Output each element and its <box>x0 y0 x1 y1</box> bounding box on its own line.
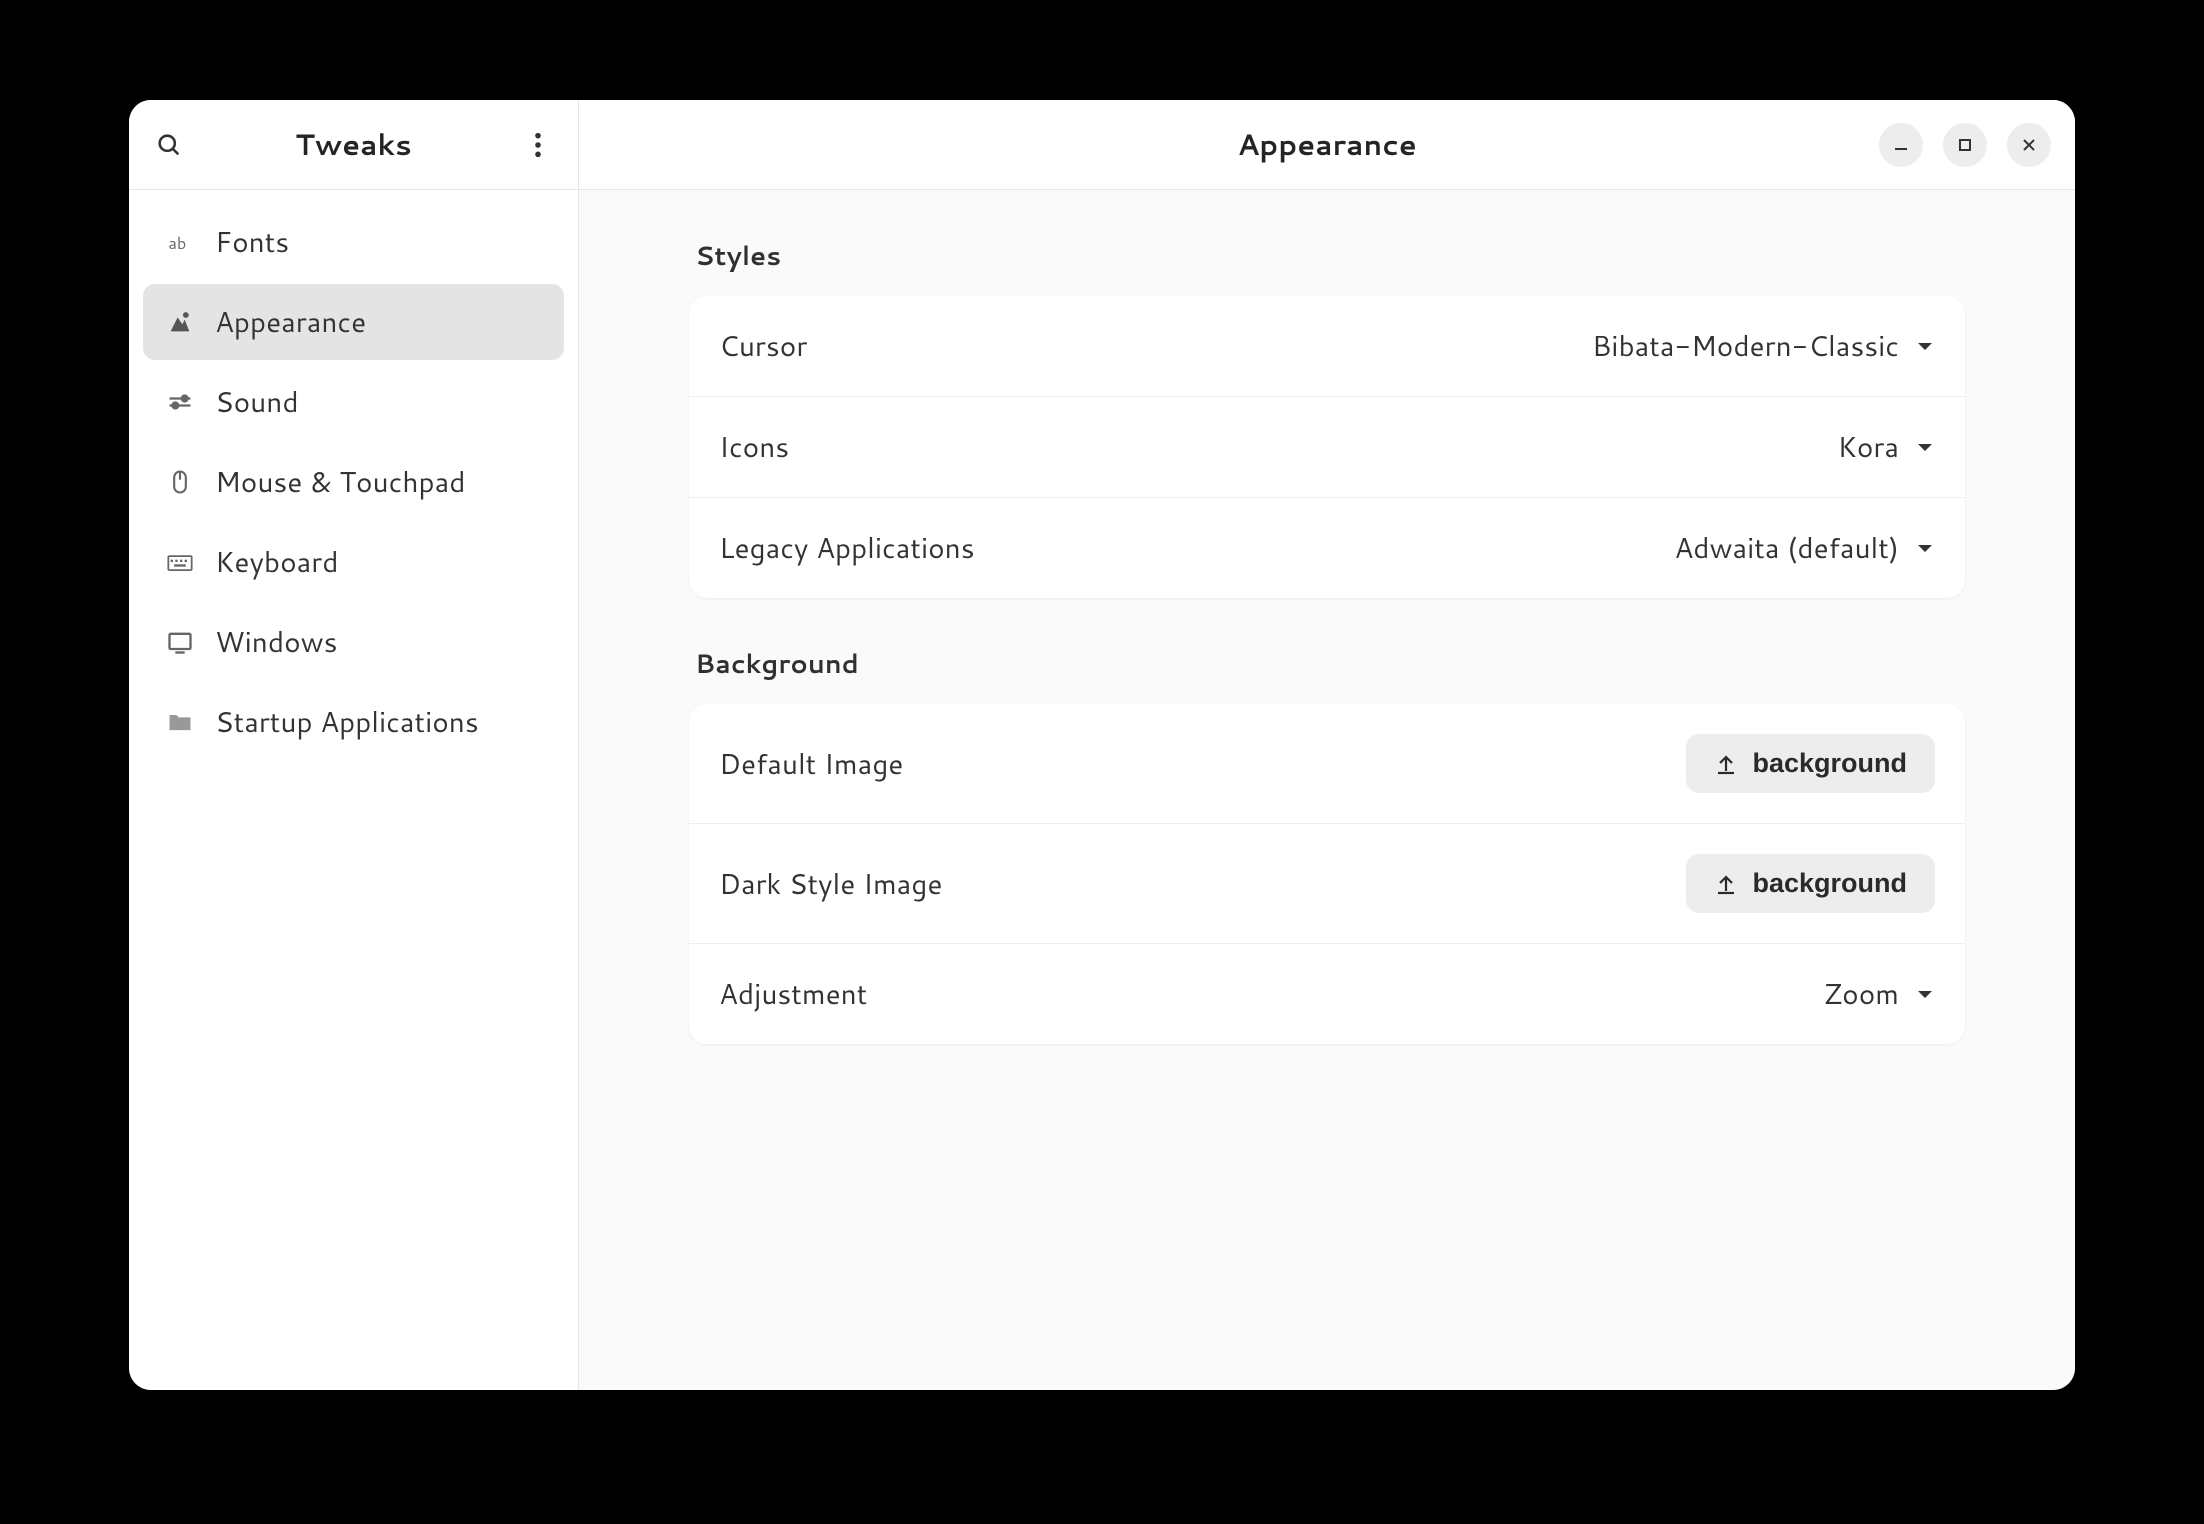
sidebar-item-mouse-touchpad[interactable]: Mouse & Touchpad <box>143 444 564 520</box>
upload-icon <box>1714 872 1738 896</box>
row-default-image: Default Image background <box>689 704 1965 824</box>
sidebar-item-fonts[interactable]: ab Fonts <box>143 204 564 280</box>
sidebar-item-label: Mouse & Touchpad <box>215 462 466 502</box>
row-label: Icons <box>719 427 789 467</box>
dark-image-upload-button[interactable]: background <box>1686 854 1935 913</box>
sound-icon <box>165 387 195 417</box>
mouse-icon <box>165 467 195 497</box>
fonts-icon: ab <box>165 227 195 257</box>
appearance-icon <box>165 307 195 337</box>
sidebar-header: Tweaks <box>129 100 578 190</box>
background-group: Default Image background Dark Style Imag… <box>689 704 1965 1044</box>
row-legacy-applications[interactable]: Legacy Applications Adwaita (default) <box>689 498 1965 598</box>
section-title-styles: Styles <box>689 238 1965 274</box>
cursor-dropdown[interactable]: Bibata-Modern-Classic <box>1592 326 1935 366</box>
sidebar: Tweaks ab Fonts Appearance <box>129 100 579 1390</box>
row-icons[interactable]: Icons Kora <box>689 397 1965 498</box>
dropdown-value: Adwaita (default) <box>1674 528 1899 568</box>
minimize-button[interactable] <box>1879 123 1923 167</box>
sidebar-item-label: Keyboard <box>215 542 338 582</box>
row-label: Cursor <box>719 326 807 366</box>
sidebar-item-label: Windows <box>215 622 338 662</box>
main-header: Appearance <box>579 100 2075 190</box>
close-icon <box>2021 137 2037 153</box>
sidebar-item-sound[interactable]: Sound <box>143 364 564 440</box>
chevron-down-icon <box>1915 538 1935 558</box>
window-controls <box>1879 123 2051 167</box>
close-button[interactable] <box>2007 123 2051 167</box>
sidebar-item-windows[interactable]: Windows <box>143 604 564 680</box>
adjustment-dropdown[interactable]: Zoom <box>1824 974 1935 1014</box>
main-panel: Appearance <box>579 100 2075 1390</box>
windows-icon <box>165 627 195 657</box>
svg-text:ab: ab <box>168 232 186 255</box>
button-label: background <box>1752 868 1907 899</box>
sidebar-item-label: Appearance <box>215 302 366 342</box>
row-label: Default Image <box>719 744 903 784</box>
row-dark-style-image: Dark Style Image background <box>689 824 1965 944</box>
search-button[interactable] <box>147 123 191 167</box>
page-title: Appearance <box>603 124 2051 165</box>
row-cursor[interactable]: Cursor Bibata-Modern-Classic <box>689 296 1965 397</box>
upload-icon <box>1714 752 1738 776</box>
row-label: Dark Style Image <box>719 864 942 904</box>
button-label: background <box>1752 748 1907 779</box>
chevron-down-icon <box>1915 336 1935 356</box>
keyboard-icon <box>165 547 195 577</box>
row-label: Legacy Applications <box>719 528 975 568</box>
icons-dropdown[interactable]: Kora <box>1838 427 1936 467</box>
kebab-icon <box>527 131 549 159</box>
dropdown-value: Kora <box>1838 427 1900 467</box>
search-icon <box>155 131 183 159</box>
sidebar-item-label: Sound <box>215 382 299 422</box>
sidebar-item-startup-applications[interactable]: Startup Applications <box>143 684 564 760</box>
content-area: Styles Cursor Bibata-Modern-Classic Icon… <box>579 190 2075 1140</box>
sidebar-item-keyboard[interactable]: Keyboard <box>143 524 564 600</box>
maximize-icon <box>1957 137 1973 153</box>
row-adjustment[interactable]: Adjustment Zoom <box>689 944 1965 1044</box>
maximize-button[interactable] <box>1943 123 1987 167</box>
sidebar-item-appearance[interactable]: Appearance <box>143 284 564 360</box>
legacy-apps-dropdown[interactable]: Adwaita (default) <box>1674 528 1935 568</box>
row-label: Adjustment <box>719 974 867 1014</box>
default-image-upload-button[interactable]: background <box>1686 734 1935 793</box>
sidebar-title: Tweaks <box>191 124 516 165</box>
sidebar-item-label: Fonts <box>215 222 289 262</box>
minimize-icon <box>1893 137 1909 153</box>
dropdown-value: Zoom <box>1824 974 1899 1014</box>
sidebar-list: ab Fonts Appearance Sound Mous <box>129 190 578 774</box>
styles-group: Cursor Bibata-Modern-Classic Icons Kora <box>689 296 1965 598</box>
sidebar-item-label: Startup Applications <box>215 702 479 742</box>
app-window: Tweaks ab Fonts Appearance <box>129 100 2075 1390</box>
chevron-down-icon <box>1915 437 1935 457</box>
folder-icon <box>165 707 195 737</box>
chevron-down-icon <box>1915 984 1935 1004</box>
hamburger-menu-button[interactable] <box>516 123 560 167</box>
section-title-background: Background <box>689 646 1965 682</box>
dropdown-value: Bibata-Modern-Classic <box>1592 326 1899 366</box>
